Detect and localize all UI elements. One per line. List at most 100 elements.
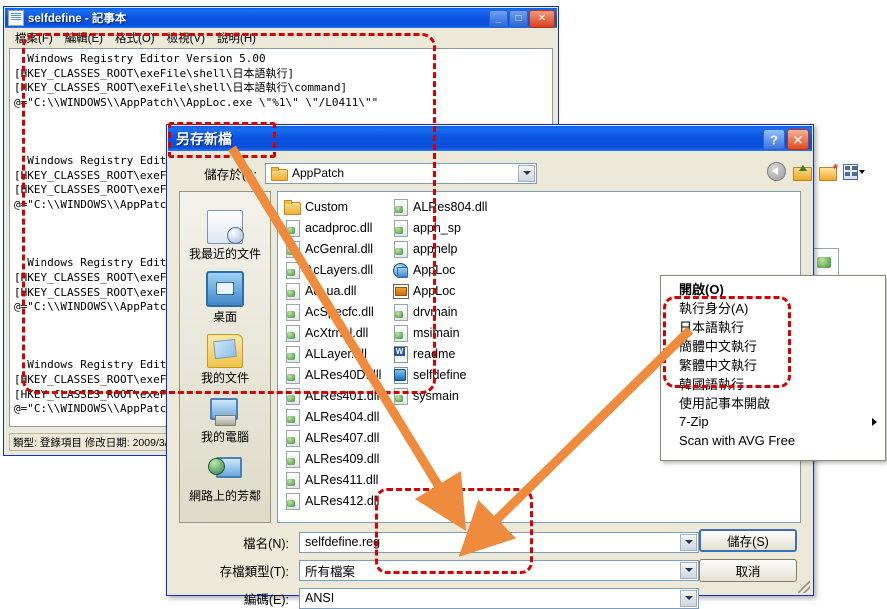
context-menu: 開啟(O) 執行身分(A) 日本語執行 簡體中文執行 繁體中文執行 韓國語執行 使用記事本開…: [660, 275, 886, 461]
menu-format[interactable]: 格式(O): [109, 29, 161, 47]
file-name: AcLayers.dll: [305, 262, 374, 277]
save-button[interactable]: 儲存(S): [699, 529, 797, 552]
file-item[interactable]: sysmain: [390, 385, 498, 406]
cfg-file-icon: [392, 283, 409, 299]
context-menu-item-2[interactable]: 日本語執行: [661, 317, 885, 336]
place-item-4[interactable]: 網路上的芳鄰: [181, 454, 269, 504]
file-item[interactable]: acadproc.dll: [282, 217, 390, 238]
resize-grip[interactable]: [798, 581, 810, 593]
file-item[interactable]: ALRes40D.dll: [282, 364, 390, 385]
new-folder-icon: [819, 161, 838, 181]
file-item[interactable]: AcGenral.dll: [282, 238, 390, 259]
menu-file[interactable]: 檔案(F): [9, 29, 59, 47]
context-menu-item-7[interactable]: 7-Zip: [661, 412, 885, 431]
file-item[interactable]: msimain: [390, 322, 498, 343]
filename-input[interactable]: selfdefine.reg: [299, 531, 699, 553]
cancel-button[interactable]: 取消: [699, 559, 797, 582]
recent-documents-icon: [207, 210, 244, 244]
context-menu-item-5[interactable]: 韓國語執行: [661, 374, 885, 393]
chevron-down-icon[interactable]: [680, 533, 697, 551]
new-folder-button[interactable]: [817, 161, 839, 182]
file-item[interactable]: ALRes412.dll: [282, 490, 390, 511]
dll-file-icon: [284, 219, 300, 237]
file-item[interactable]: ALRes411.dll: [282, 469, 390, 490]
file-item[interactable]: Custom: [282, 196, 390, 217]
network-places-icon: [208, 454, 242, 486]
file-item[interactable]: AcXtrnal.dll: [282, 322, 390, 343]
file-item[interactable]: drvmain: [390, 301, 498, 322]
dll-file-icon: [284, 324, 300, 342]
file-item[interactable]: AppLoc: [390, 259, 498, 280]
maximize-button[interactable]: □: [509, 10, 528, 28]
chevron-down-icon[interactable]: [680, 561, 697, 579]
filetype-value: 所有檔案: [305, 564, 356, 579]
encoding-label: 編碼(E):: [243, 592, 289, 607]
file-name: AppLoc: [413, 283, 456, 298]
file-item[interactable]: ALRes401.dll: [282, 385, 390, 406]
encoding-dropdown[interactable]: ANSI: [299, 587, 699, 609]
save-in-value: AppPatch: [292, 166, 345, 180]
file-item[interactable]: ALRes409.dll: [282, 448, 390, 469]
file-name: AcLua.dll: [305, 283, 357, 298]
context-menu-item-4[interactable]: 繁體中文執行: [661, 355, 885, 374]
notepad-titlebar[interactable]: selfdefine - 記事本 _ □ ✕: [5, 8, 557, 28]
place-item-1[interactable]: 桌面: [181, 271, 269, 325]
file-item[interactable]: selfdefine: [390, 364, 498, 385]
file-item[interactable]: apph_sp: [390, 217, 498, 238]
file-item[interactable]: AppLoc: [390, 280, 498, 301]
file-name: Custom: [305, 199, 349, 214]
place-item-label: 我最近的文件: [188, 247, 261, 261]
save-as-titlebar[interactable]: 另存新檔 ? ✕: [168, 126, 812, 151]
context-menu-item-6[interactable]: 使用記事本開啟: [661, 393, 885, 412]
save-in-row: 儲存於(I): AppPatch: [179, 161, 803, 185]
file-name: apph_sp: [413, 220, 461, 235]
notepad-status-bar: 類型: 登錄項目 修改日期: 2009/3/14 下午: [9, 433, 187, 451]
back-button[interactable]: [765, 161, 787, 182]
context-menu-item-8[interactable]: Scan with AVG Free: [661, 431, 885, 450]
filetype-label: 存檔類型(T):: [219, 564, 289, 579]
views-button[interactable]: [843, 161, 865, 182]
close-button[interactable]: ✕: [529, 10, 555, 28]
place-item-3[interactable]: 我的電腦: [181, 395, 269, 445]
file-item[interactable]: apphelp: [390, 238, 498, 259]
file-item[interactable]: AcLayers.dll: [282, 259, 390, 280]
context-menu-item-label: Scan with AVG Free: [679, 433, 796, 448]
context-menu-item-3[interactable]: 簡體中文執行: [661, 336, 885, 355]
file-name: ALRes40D.dll: [305, 367, 382, 382]
reg-file-icon: [392, 366, 408, 384]
menu-edit[interactable]: 編輯(E): [59, 29, 109, 47]
notepad-title: selfdefine - 記事本: [28, 13, 127, 25]
my-computer-icon: [208, 395, 242, 427]
save-in-dropdown[interactable]: AppPatch: [265, 162, 537, 184]
up-one-level-button[interactable]: [791, 161, 813, 182]
context-menu-item-0[interactable]: 開啟(O): [661, 279, 885, 298]
file-item[interactable]: ALRes804.dll: [390, 196, 498, 217]
place-item-0[interactable]: 我最近的文件: [181, 210, 269, 262]
file-name: ALRes409.dll: [305, 451, 380, 466]
place-item-2[interactable]: 我的文件: [181, 334, 269, 386]
file-item[interactable]: AcSpecfc.dll: [282, 301, 390, 322]
dll-file-icon: [392, 303, 408, 321]
minimize-button[interactable]: _: [489, 10, 508, 28]
file-item[interactable]: ALRes407.dll: [282, 427, 390, 448]
file-item[interactable]: readme: [390, 343, 498, 364]
close-glyph: ✕: [792, 132, 804, 147]
close-glyph: ✕: [537, 13, 547, 24]
file-item[interactable]: ALLayer.dll: [282, 343, 390, 364]
context-menu-item-1[interactable]: 執行身分(A): [661, 298, 885, 317]
chevron-down-icon[interactable]: [680, 589, 697, 607]
dll-file-icon: [284, 408, 300, 426]
place-item-label: 桌面: [212, 310, 237, 324]
menu-help[interactable]: 說明(H): [211, 29, 262, 47]
filetype-dropdown[interactable]: 所有檔案: [299, 559, 699, 581]
menu-view[interactable]: 檢視(V): [161, 29, 211, 47]
file-item[interactable]: AcLua.dll: [282, 280, 390, 301]
help-button[interactable]: ?: [763, 129, 785, 150]
folder-icon: [271, 166, 288, 181]
chevron-down-icon[interactable]: [518, 164, 535, 182]
file-item[interactable]: ALRes404.dll: [282, 406, 390, 427]
dll-file-icon: [392, 240, 408, 258]
file-name: ALRes412.dll: [305, 493, 380, 508]
close-button[interactable]: ✕: [787, 129, 809, 150]
save-in-label: 儲存於(I):: [204, 167, 257, 182]
